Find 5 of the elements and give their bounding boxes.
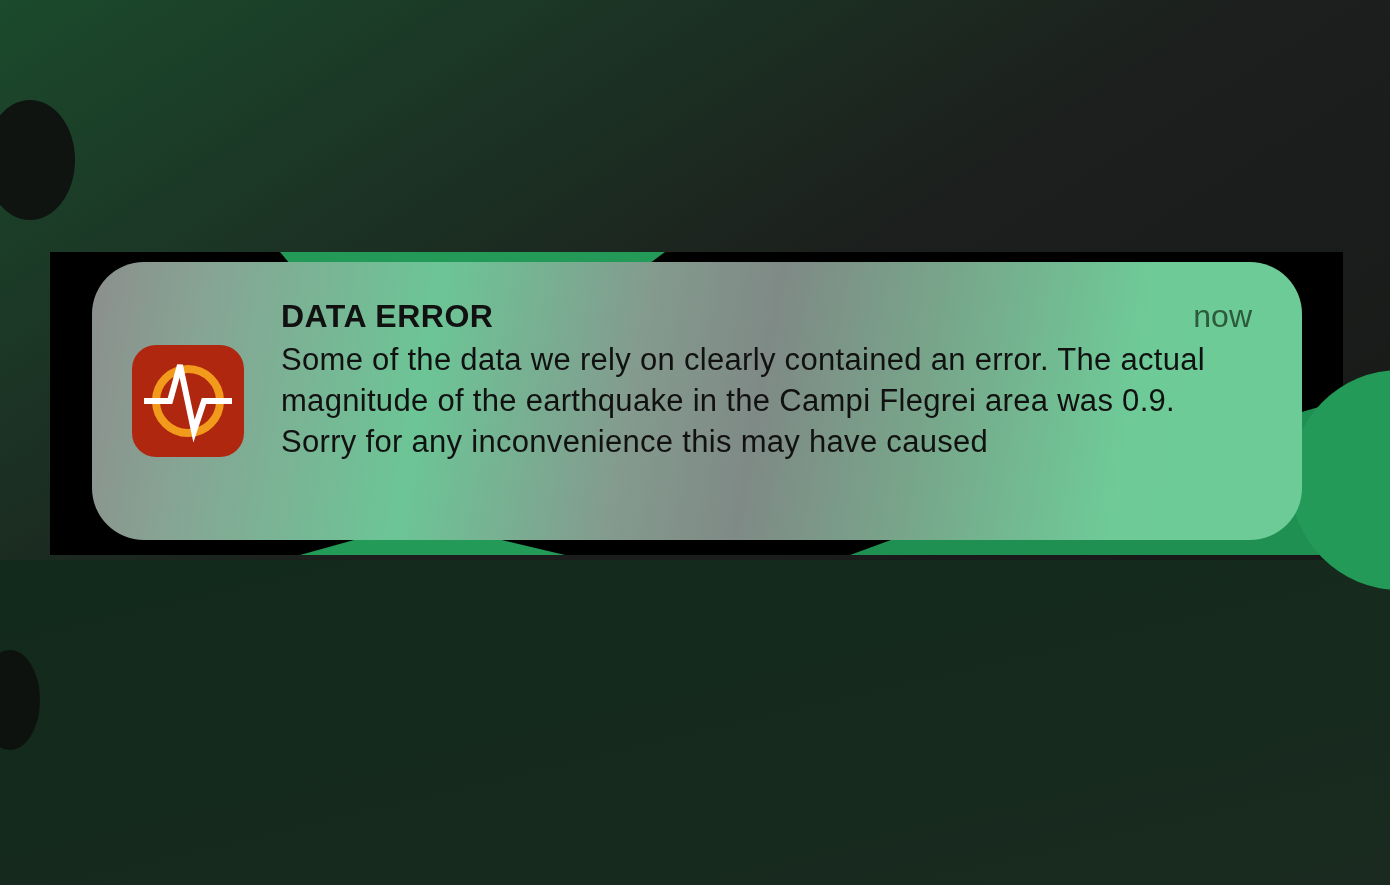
notification-card[interactable]: DATA ERROR now Some of the data we rely on clearly contained an error. The actual magnitude of the earthquake in the Campi Flegrei area was 0.9. Sorry for any inconvenience this may have caused xyxy=(92,262,1302,540)
notification-time: now xyxy=(1193,298,1252,335)
notification-message: Some of the data we rely on clearly contained an error. The actual magnitude of the earthquake in the Campi Flegrei area was 0.9. Sorry for any inconvenience this may have caused xyxy=(281,341,1206,461)
notification-title: DATA ERROR xyxy=(281,298,494,335)
seismograph-app-icon xyxy=(132,345,244,457)
